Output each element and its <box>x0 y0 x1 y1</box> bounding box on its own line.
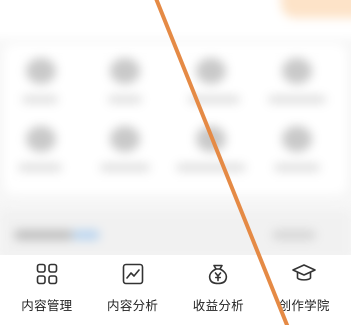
shortcut-creator-academy[interactable]: 创作学院 <box>261 261 347 325</box>
feature-icon <box>110 58 140 84</box>
top-banner <box>0 0 351 38</box>
screen: 内容管理 内容分析 收益分析 创作学院 <box>0 0 351 325</box>
shortcut-content-analysis[interactable]: 内容分析 <box>90 261 176 325</box>
feature-label <box>176 164 246 171</box>
feature-label <box>268 96 326 103</box>
shortcut-revenue-analysis[interactable]: 收益分析 <box>176 261 262 325</box>
shortcut-content-management[interactable]: 内容管理 <box>4 261 90 325</box>
feature-icon <box>196 58 226 84</box>
feature-icon <box>110 126 140 152</box>
banner-accent <box>281 0 351 18</box>
shortcut-label: 收益分析 <box>192 298 244 313</box>
shortcut-label: 内容管理 <box>21 298 73 313</box>
feature-icon <box>282 126 312 152</box>
feature-icon <box>26 58 56 84</box>
feature-label <box>274 164 320 171</box>
section-more-blur <box>272 230 316 240</box>
feature-label <box>18 164 62 171</box>
shortcut-label: 创作学院 <box>278 298 330 313</box>
section-header-band <box>0 210 351 260</box>
grid-icon <box>34 261 60 287</box>
section-title-blur <box>14 230 74 240</box>
feature-label <box>108 96 142 103</box>
feature-label <box>188 96 240 103</box>
feature-icon <box>282 58 312 84</box>
shortcut-label: 内容分析 <box>107 298 159 313</box>
trend-chart-icon <box>120 261 146 287</box>
feature-icon <box>26 126 56 152</box>
shortcut-bar: 内容管理 内容分析 收益分析 创作学院 <box>0 255 351 325</box>
graduation-cap-icon <box>291 261 317 287</box>
feature-label <box>100 164 150 171</box>
feature-grid-card <box>4 44 347 194</box>
section-tag-blur <box>72 230 100 240</box>
feature-icon <box>196 126 226 152</box>
feature-label <box>22 96 58 103</box>
money-bag-icon <box>205 261 231 287</box>
